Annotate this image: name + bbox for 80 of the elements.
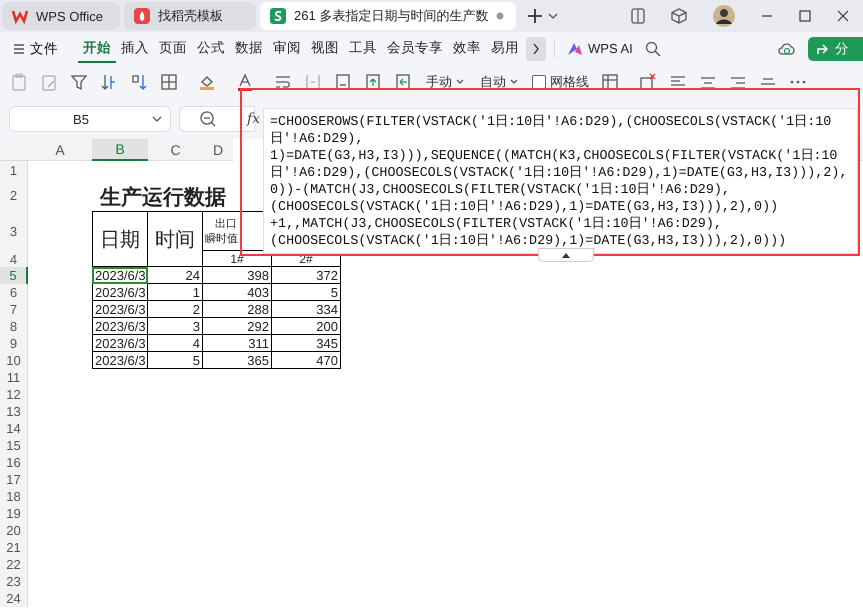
table-cell: 288 bbox=[203, 301, 272, 318]
table-cell: 3 bbox=[148, 318, 203, 335]
file-menu[interactable]: 文件 bbox=[12, 36, 66, 62]
document-tab[interactable]: 261 多表指定日期与时间的生产数 bbox=[260, 2, 516, 30]
row-header[interactable]: 5 bbox=[0, 267, 28, 284]
function-button[interactable]: fx bbox=[247, 111, 260, 127]
row-header[interactable]: 17 bbox=[0, 471, 28, 488]
gridlines-checkbox[interactable]: 网格线 bbox=[532, 73, 589, 91]
document-tab[interactable]: 找稻壳模板 bbox=[124, 2, 256, 30]
row-header[interactable]: 12 bbox=[0, 386, 28, 403]
document-tab[interactable]: WPS Office bbox=[2, 2, 120, 30]
ribbon-tab[interactable]: 数据 bbox=[230, 34, 268, 62]
ribbon-tab[interactable]: 审阅 bbox=[268, 34, 306, 62]
table-cell: 2023/6/3 bbox=[92, 301, 148, 318]
row-header[interactable]: 9 bbox=[0, 335, 28, 352]
row-header[interactable]: 10 bbox=[0, 352, 28, 369]
table-header: 日期 bbox=[92, 211, 148, 267]
ribbon-tab[interactable]: 易用 bbox=[486, 34, 524, 62]
table-cell: 311 bbox=[203, 335, 272, 352]
ribbon-tab[interactable]: 插入 bbox=[116, 34, 154, 62]
row-header[interactable]: 8 bbox=[0, 318, 28, 335]
table-cell: 2023/6/3 bbox=[92, 352, 148, 369]
table-header: 瞬时值 bbox=[205, 231, 238, 246]
column-header[interactable]: A bbox=[28, 139, 92, 161]
column-header[interactable]: C bbox=[148, 139, 203, 161]
table-cell: 4 bbox=[148, 335, 203, 352]
ribbon-tab[interactable]: 工具 bbox=[344, 34, 382, 62]
sheet-title: 生产运行数据 bbox=[98, 183, 227, 211]
row-header[interactable]: 18 bbox=[0, 488, 28, 505]
table-cell: 345 bbox=[272, 335, 341, 352]
ribbon-tab[interactable]: 会员专享 bbox=[382, 34, 448, 62]
row-header[interactable]: 11 bbox=[0, 369, 28, 386]
ribbon-tab[interactable]: 开始 bbox=[78, 34, 116, 62]
table-cell: 200 bbox=[272, 318, 341, 335]
formula-field[interactable]: =CHOOSEROWS(FILTER(VSTACK('1日:10日'!A6:D29),(CHOOSECOLS(VSTACK('1日:10 日'!A6:D29), 1)=DATE(G3,H3,I3))),SEQUENCE((MATCH(K3,CHOOSECOLS(FILTER(VSTACK('1日:10 日'!A6:D29),(CHOOSECOLS(VSTACK('1日:10日'!A6:D29),1)=DATE(G3,H3,I3))),2), 0))-(MATCH(J3,CHOOSECOLS(FILTER(VSTACK('1日:10日'!A6:D29), (CHOOSECOLS(VSTACK('1日:10日'!A6:D29),1)=DATE(G3,H3,I3))),2),0)) +1,,MATCH(J3,CHOOSECOLS(FILTER(VSTACK('1日:10日'!A6:D29), (CHOOSECOLS(VSTACK('1日:10日'!A6:D29),1)=DATE(G3,H3,I3))),2),0))) bbox=[263, 108, 858, 254]
table-cell: 5 bbox=[272, 284, 341, 301]
row-header[interactable]: 2 bbox=[0, 179, 28, 211]
row-header[interactable]: 21 bbox=[0, 539, 28, 556]
table-cell: 403 bbox=[203, 284, 272, 301]
table-cell: 334 bbox=[272, 301, 341, 318]
row-header[interactable]: 3 bbox=[0, 211, 28, 251]
table-header: 出口 bbox=[214, 216, 237, 231]
table-cell: 2023/6/3 bbox=[92, 335, 148, 352]
table-cell: 470 bbox=[272, 352, 341, 369]
table-cell: 2023/6/3 bbox=[92, 318, 148, 335]
table-cell: 372 bbox=[272, 267, 341, 284]
row-header[interactable]: 14 bbox=[0, 420, 28, 437]
row-header[interactable]: 15 bbox=[0, 437, 28, 454]
column-header[interactable]: D bbox=[203, 139, 233, 161]
ribbon-tab[interactable]: 视图 bbox=[306, 34, 344, 62]
row-header[interactable]: 13 bbox=[0, 403, 28, 420]
dropdown-button[interactable]: 手动 bbox=[424, 73, 466, 91]
row-header[interactable]: 24 bbox=[0, 590, 28, 607]
row-header[interactable]: 1 bbox=[0, 161, 28, 179]
table-cell: 1 bbox=[148, 284, 203, 301]
row-header[interactable]: 16 bbox=[0, 454, 28, 471]
table-cell: 292 bbox=[203, 318, 272, 335]
ribbon-tab[interactable]: 效率 bbox=[448, 34, 486, 62]
column-header[interactable]: B bbox=[92, 139, 148, 161]
row-header[interactable]: 19 bbox=[0, 505, 28, 522]
ribbon-tab[interactable]: 页面 bbox=[154, 34, 192, 62]
row-header[interactable]: 20 bbox=[0, 522, 28, 539]
dropdown-button[interactable]: 自动 bbox=[478, 73, 520, 91]
row-header[interactable]: 7 bbox=[0, 301, 28, 318]
table-cell: 5 bbox=[148, 352, 203, 369]
ai-button[interactable]: WPS AI bbox=[563, 39, 637, 58]
table-cell: 365 bbox=[203, 352, 272, 369]
table-cell: 2023/6/3 bbox=[92, 267, 148, 284]
table-cell: 398 bbox=[203, 267, 272, 284]
row-header[interactable]: 6 bbox=[0, 284, 28, 301]
row-header[interactable]: 4 bbox=[0, 251, 28, 267]
table-cell: 24 bbox=[148, 267, 203, 284]
row-header[interactable]: 23 bbox=[0, 573, 28, 590]
name-box[interactable]: B5 bbox=[9, 106, 171, 132]
row-header[interactable]: 22 bbox=[0, 556, 28, 573]
share-button[interactable]: 分 bbox=[808, 36, 863, 60]
table-cell: 2 bbox=[148, 301, 203, 318]
table-cell: 2023/6/3 bbox=[92, 284, 148, 301]
ribbon-tab[interactable]: 公式 bbox=[192, 34, 230, 62]
table-header: 时间 bbox=[148, 211, 203, 267]
